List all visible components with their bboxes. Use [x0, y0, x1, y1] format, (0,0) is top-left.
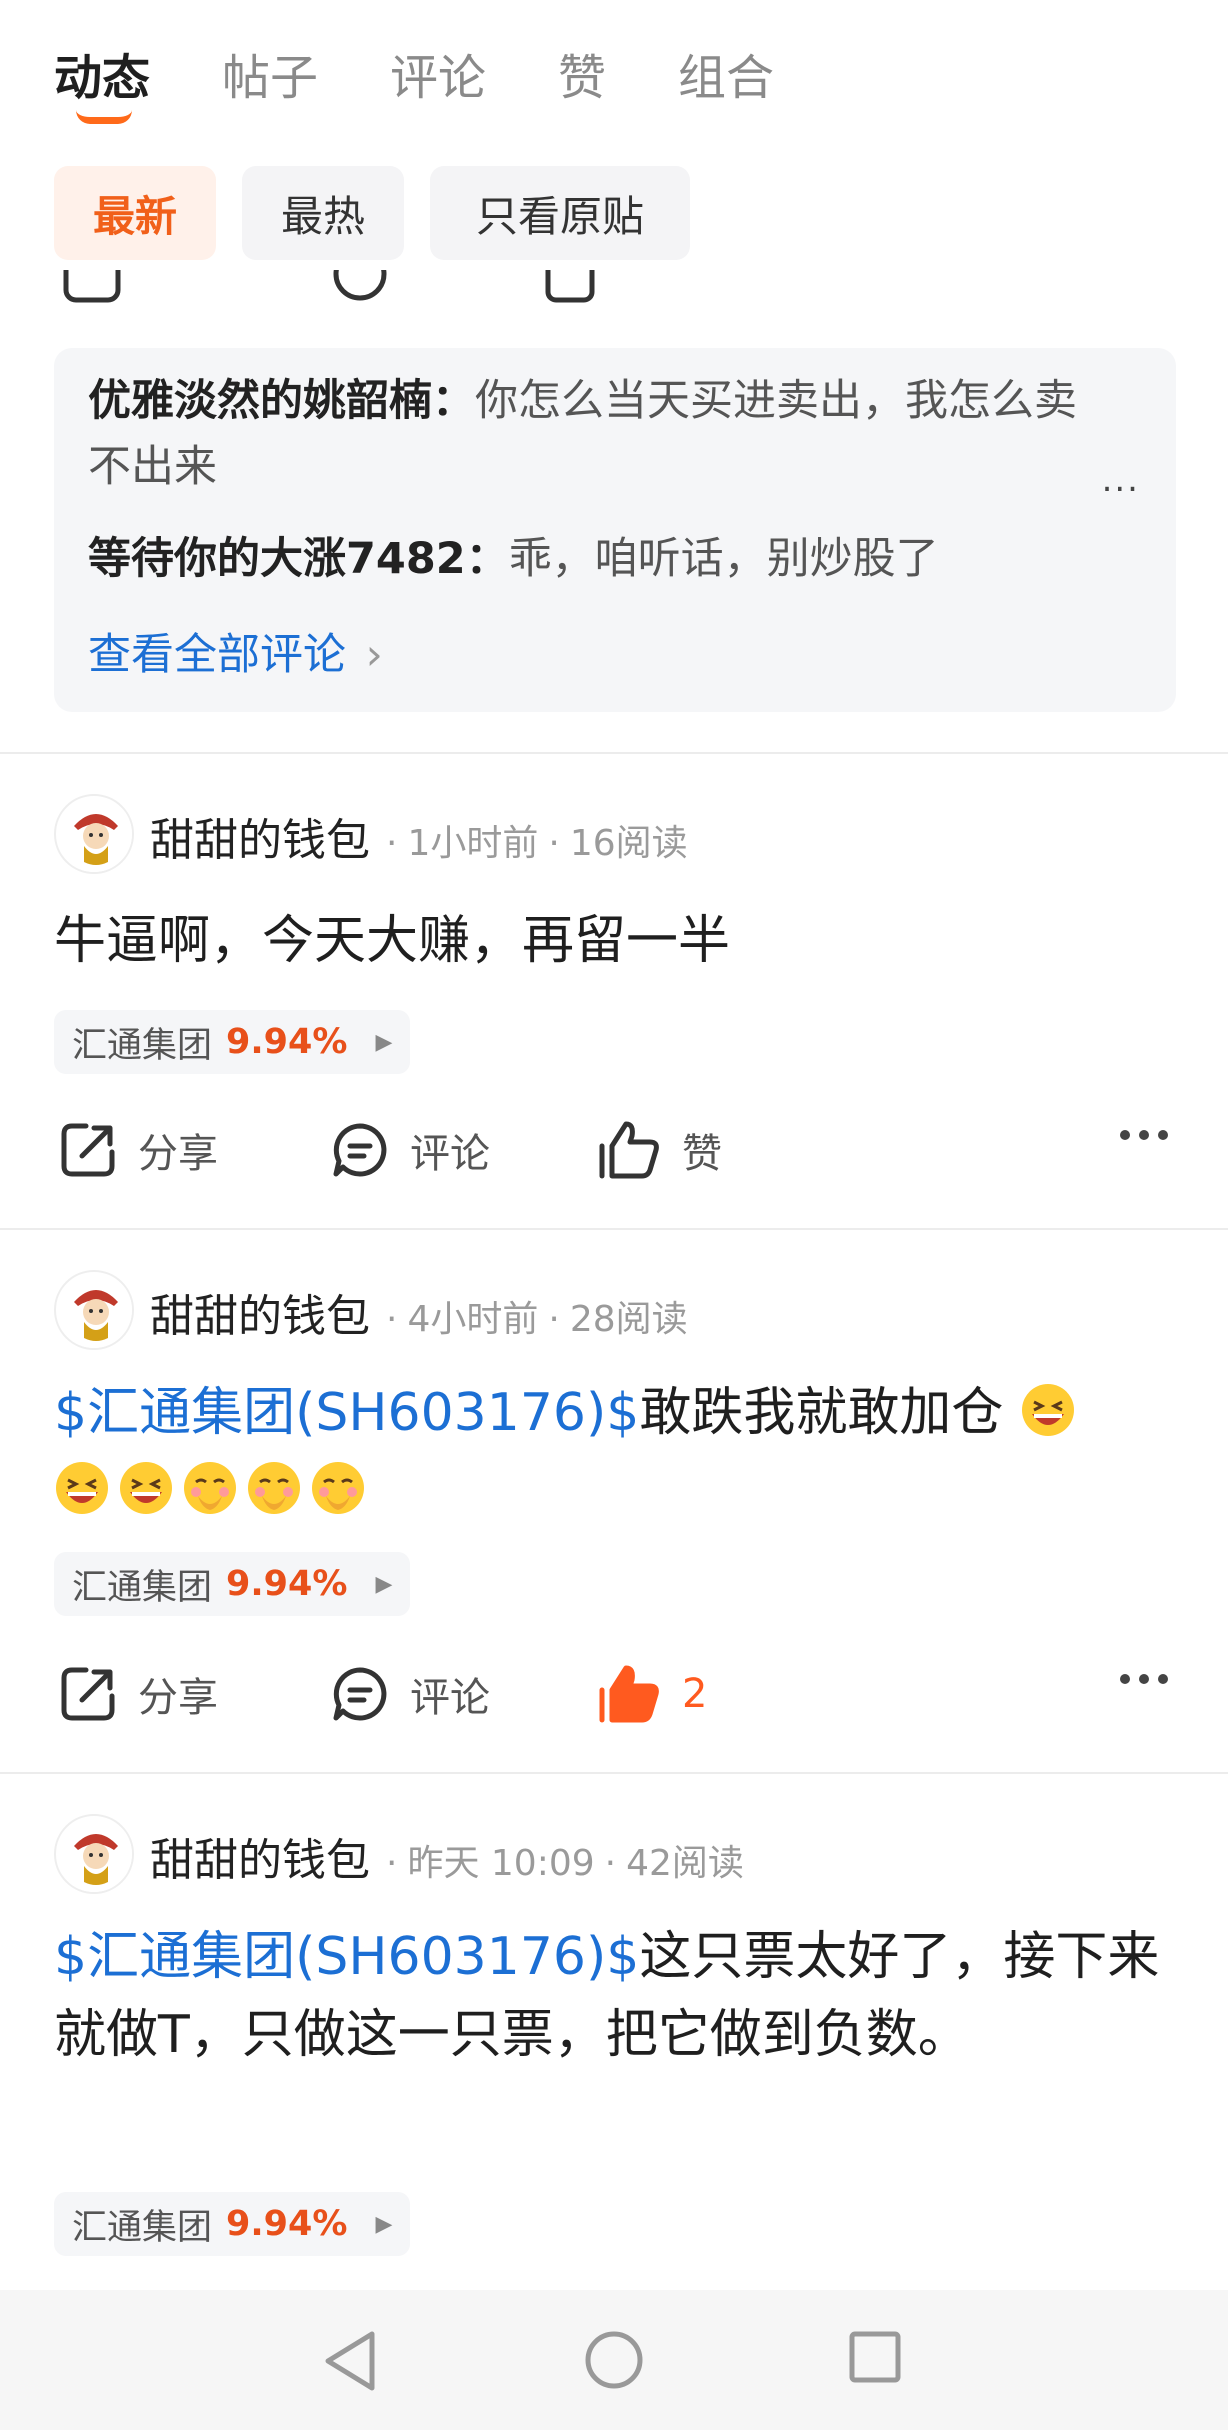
avatar[interactable] — [54, 1270, 134, 1350]
stock-tag[interactable]: 汇通集团 9.94% ▶ — [54, 1010, 411, 1074]
stock-tag[interactable]: 汇通集团 9.94% ▶ — [54, 1552, 411, 1616]
comment-button[interactable]: 评论 — [330, 1654, 490, 1734]
stock-tag[interactable]: 汇通集团 9.94% ▶ — [54, 2192, 411, 2256]
avatar-image — [58, 798, 132, 872]
avatar[interactable] — [54, 794, 134, 874]
stock-link[interactable]: $汇通集团(SH603176)$ — [54, 1383, 639, 1443]
more-options-icon[interactable] — [1120, 1130, 1168, 1140]
filter-original-only[interactable]: 只看原贴 — [430, 166, 690, 260]
comment-icon — [333, 1123, 387, 1177]
stock-tag-name: 汇通集团 — [72, 1025, 213, 1066]
grin-squint-emoji — [120, 1462, 172, 1514]
grin-squint-emoji — [1021, 1384, 1074, 1436]
post-actions: 分享 评论 赞 — [0, 1110, 1228, 1190]
read-count: 16阅读 — [569, 823, 688, 864]
hand-over-mouth-emoji — [312, 1462, 364, 1514]
comment-text: 乖，咱听话，别炒股了 — [508, 534, 939, 584]
author-name[interactable]: 甜甜的钱包 — [150, 1835, 370, 1886]
play-arrow-icon: ▶ — [375, 1029, 393, 1055]
comment-item: 优雅淡然的姚韶楠：你怎么当天买进卖出，我怎么卖不出来 — [88, 376, 1077, 492]
share-button[interactable]: 分享 — [58, 1110, 218, 1190]
post-text[interactable]: $汇通集团(SH603176)$敢跌我就敢加仓 — [54, 1374, 1174, 1530]
post-card: 甜甜的钱包 · 1小时前 · 16阅读 牛逼啊，今天大赚，再留一半 汇通集团 9.94%… — [0, 752, 1228, 1228]
stock-tag-change: 9.94% — [226, 2204, 348, 2244]
comment-more-indicator: ... — [1101, 460, 1140, 500]
tab-comments[interactable]: 评论 — [390, 38, 486, 108]
previous-post-actions — [0, 270, 1228, 304]
thumbs-up-icon — [599, 1121, 659, 1179]
recents-icon[interactable] — [848, 2330, 902, 2384]
back-icon[interactable] — [322, 2330, 378, 2392]
system-navigation-bar — [0, 2290, 1228, 2430]
play-arrow-icon: ▶ — [375, 2211, 393, 2237]
filter-hot[interactable]: 最热 — [242, 166, 404, 260]
stock-tag-name: 汇通集团 — [72, 1567, 213, 1608]
stock-link[interactable]: $汇通集团(SH603176)$ — [54, 1927, 639, 1987]
hand-over-mouth-emoji — [184, 1462, 236, 1514]
like-button[interactable]: 赞 — [598, 1110, 722, 1190]
view-all-comments-link[interactable]: 查看全部评论 › — [88, 620, 383, 682]
chevron-right-icon: › — [365, 630, 383, 680]
share-icon[interactable] — [62, 270, 122, 304]
post-actions: 分享 评论 2 — [0, 1654, 1228, 1734]
stock-tag-change: 9.94% — [226, 1022, 348, 1062]
avatar[interactable] — [54, 1814, 134, 1894]
filter-latest[interactable]: 最新 — [54, 166, 216, 260]
author-line: 甜甜的钱包 · 4小时前 · 28阅读 — [150, 1291, 688, 1342]
share-icon — [61, 1123, 115, 1177]
author-name[interactable]: 甜甜的钱包 — [150, 1291, 370, 1342]
more-options-icon[interactable] — [1120, 1674, 1168, 1684]
comment-icon — [333, 1667, 387, 1721]
share-button[interactable]: 分享 — [58, 1654, 218, 1734]
author-line: 甜甜的钱包 · 昨天 10:09 · 42阅读 — [150, 1835, 744, 1886]
tab-portfolio[interactable]: 组合 — [678, 38, 774, 108]
post-time: 昨天 10:09 — [407, 1843, 595, 1884]
comment-author[interactable]: 等待你的大涨7482 — [88, 534, 466, 584]
like-count: 2 — [682, 1671, 708, 1717]
post-text[interactable]: $汇通集团(SH603176)$这只票太好了，接下来就做T，只做这一只票，把它做… — [54, 1918, 1174, 2074]
avatar-image — [58, 1274, 132, 1348]
top-tab-bar: 动态 帖子 评论 赞 组合 — [0, 0, 1228, 150]
author-line: 甜甜的钱包 · 1小时前 · 16阅读 — [150, 815, 688, 866]
hand-over-mouth-emoji — [248, 1462, 300, 1514]
like-icon[interactable] — [540, 270, 600, 304]
stock-tag-change: 9.94% — [226, 1564, 348, 1604]
comment-preview[interactable]: 优雅淡然的姚韶楠：你怎么当天买进卖出，我怎么卖不出来 ... 等待你的大涨748… — [54, 348, 1176, 712]
post-card: 甜甜的钱包 · 4小时前 · 28阅读 $汇通集团(SH603176)$敢跌我就敢加仓 … — [0, 1228, 1228, 1772]
comment-author[interactable]: 优雅淡然的姚韶楠 — [88, 376, 432, 426]
comment-item: 等待你的大涨7482：乖，咱听话，别炒股了 — [88, 534, 939, 584]
share-icon — [61, 1667, 115, 1721]
grin-squint-emoji — [56, 1462, 108, 1514]
like-button[interactable]: 2 — [598, 1654, 707, 1734]
post-time: 4小时前 — [407, 1299, 539, 1340]
tab-likes[interactable]: 赞 — [558, 38, 606, 108]
post-time: 1小时前 — [407, 823, 539, 864]
thumbs-up-filled-icon — [599, 1665, 659, 1723]
active-tab-indicator — [76, 110, 132, 124]
comment-button[interactable]: 评论 — [330, 1110, 490, 1190]
post-text[interactable]: 牛逼啊，今天大赚，再留一半 — [54, 902, 1174, 980]
avatar-image — [58, 1818, 132, 1892]
read-count: 42阅读 — [626, 1843, 744, 1884]
play-arrow-icon: ▶ — [375, 1571, 393, 1597]
comment-icon[interactable] — [330, 270, 390, 304]
stock-tag-name: 汇通集团 — [72, 2207, 213, 2248]
home-icon[interactable] — [584, 2330, 644, 2390]
author-name[interactable]: 甜甜的钱包 — [150, 815, 370, 866]
tab-dynamics[interactable]: 动态 — [54, 38, 150, 108]
post-card: 甜甜的钱包 · 昨天 10:09 · 42阅读 $汇通集团(SH603176)$这只票太… — [0, 1772, 1228, 2272]
read-count: 28阅读 — [569, 1299, 688, 1340]
tab-posts[interactable]: 帖子 — [222, 38, 318, 108]
